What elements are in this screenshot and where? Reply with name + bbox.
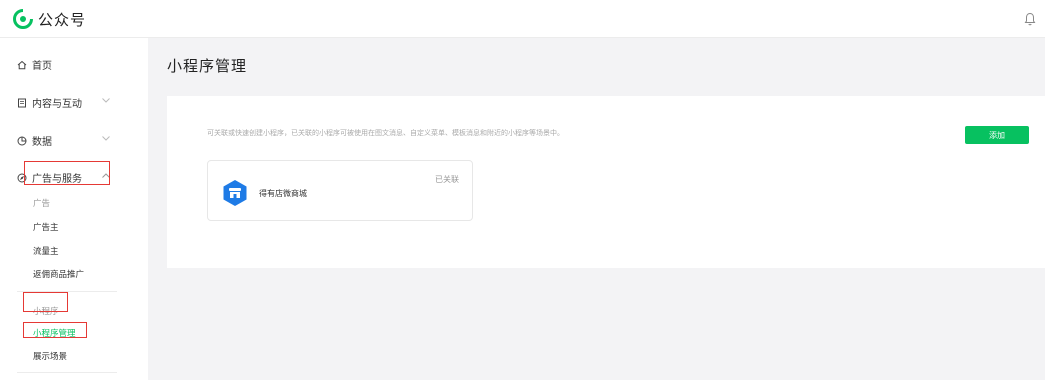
miniprogram-status: 已关联	[435, 175, 459, 184]
sidebar-divider	[17, 372, 117, 373]
sidebar-item-data[interactable]: 数据	[17, 133, 52, 148]
sidebar-item-label: 内容与互动	[32, 99, 82, 110]
description-text: 可关联或快速创建小程序，已关联的小程序可被使用在图文消息、自定义菜单、模板消息和…	[207, 129, 564, 137]
sidebar-subitem-advertiser[interactable]: 广告主	[33, 221, 59, 233]
document-icon	[18, 98, 26, 107]
home-icon	[17, 60, 27, 69]
highlight-miniprogram-management	[23, 322, 87, 338]
page-title: 小程序管理	[167, 57, 248, 75]
chart-pie-icon	[17, 136, 27, 145]
brand-title[interactable]: 公众号	[38, 9, 86, 30]
wechat-logo-icon[interactable]	[13, 9, 33, 29]
highlight-ads-services	[24, 161, 110, 185]
sidebar-item-home[interactable]: 首页	[17, 57, 52, 72]
sidebar-item-label: 首页	[32, 61, 52, 72]
add-button[interactable]: 添加	[965, 126, 1029, 144]
highlight-miniprogram	[23, 292, 68, 312]
chevron-down-icon[interactable]	[102, 98, 110, 103]
sidebar-item-label: 数据	[32, 137, 52, 148]
content-card: 可关联或快速创建小程序，已关联的小程序可被使用在图文消息、自定义菜单、模板消息和…	[167, 96, 1045, 268]
sidebar-subitem-ads[interactable]: 广告	[33, 197, 50, 209]
sidebar-subitem-display-scenes[interactable]: 展示场景	[33, 350, 67, 362]
miniprogram-name: 得有店微商城	[259, 189, 307, 198]
sidebar-subitem-traffic-owner[interactable]: 流量主	[33, 245, 59, 257]
miniprogram-card[interactable]: 得有店微商城 已关联	[207, 160, 473, 221]
store-icon	[223, 180, 247, 206]
top-bar: 公众号	[0, 0, 1045, 38]
sidebar-subitem-commission-promotion[interactable]: 返佣商品推广	[33, 268, 84, 280]
bell-icon[interactable]	[1024, 12, 1036, 26]
chevron-down-icon[interactable]	[102, 136, 110, 141]
sidebar-item-content[interactable]: 内容与互动	[17, 95, 82, 110]
